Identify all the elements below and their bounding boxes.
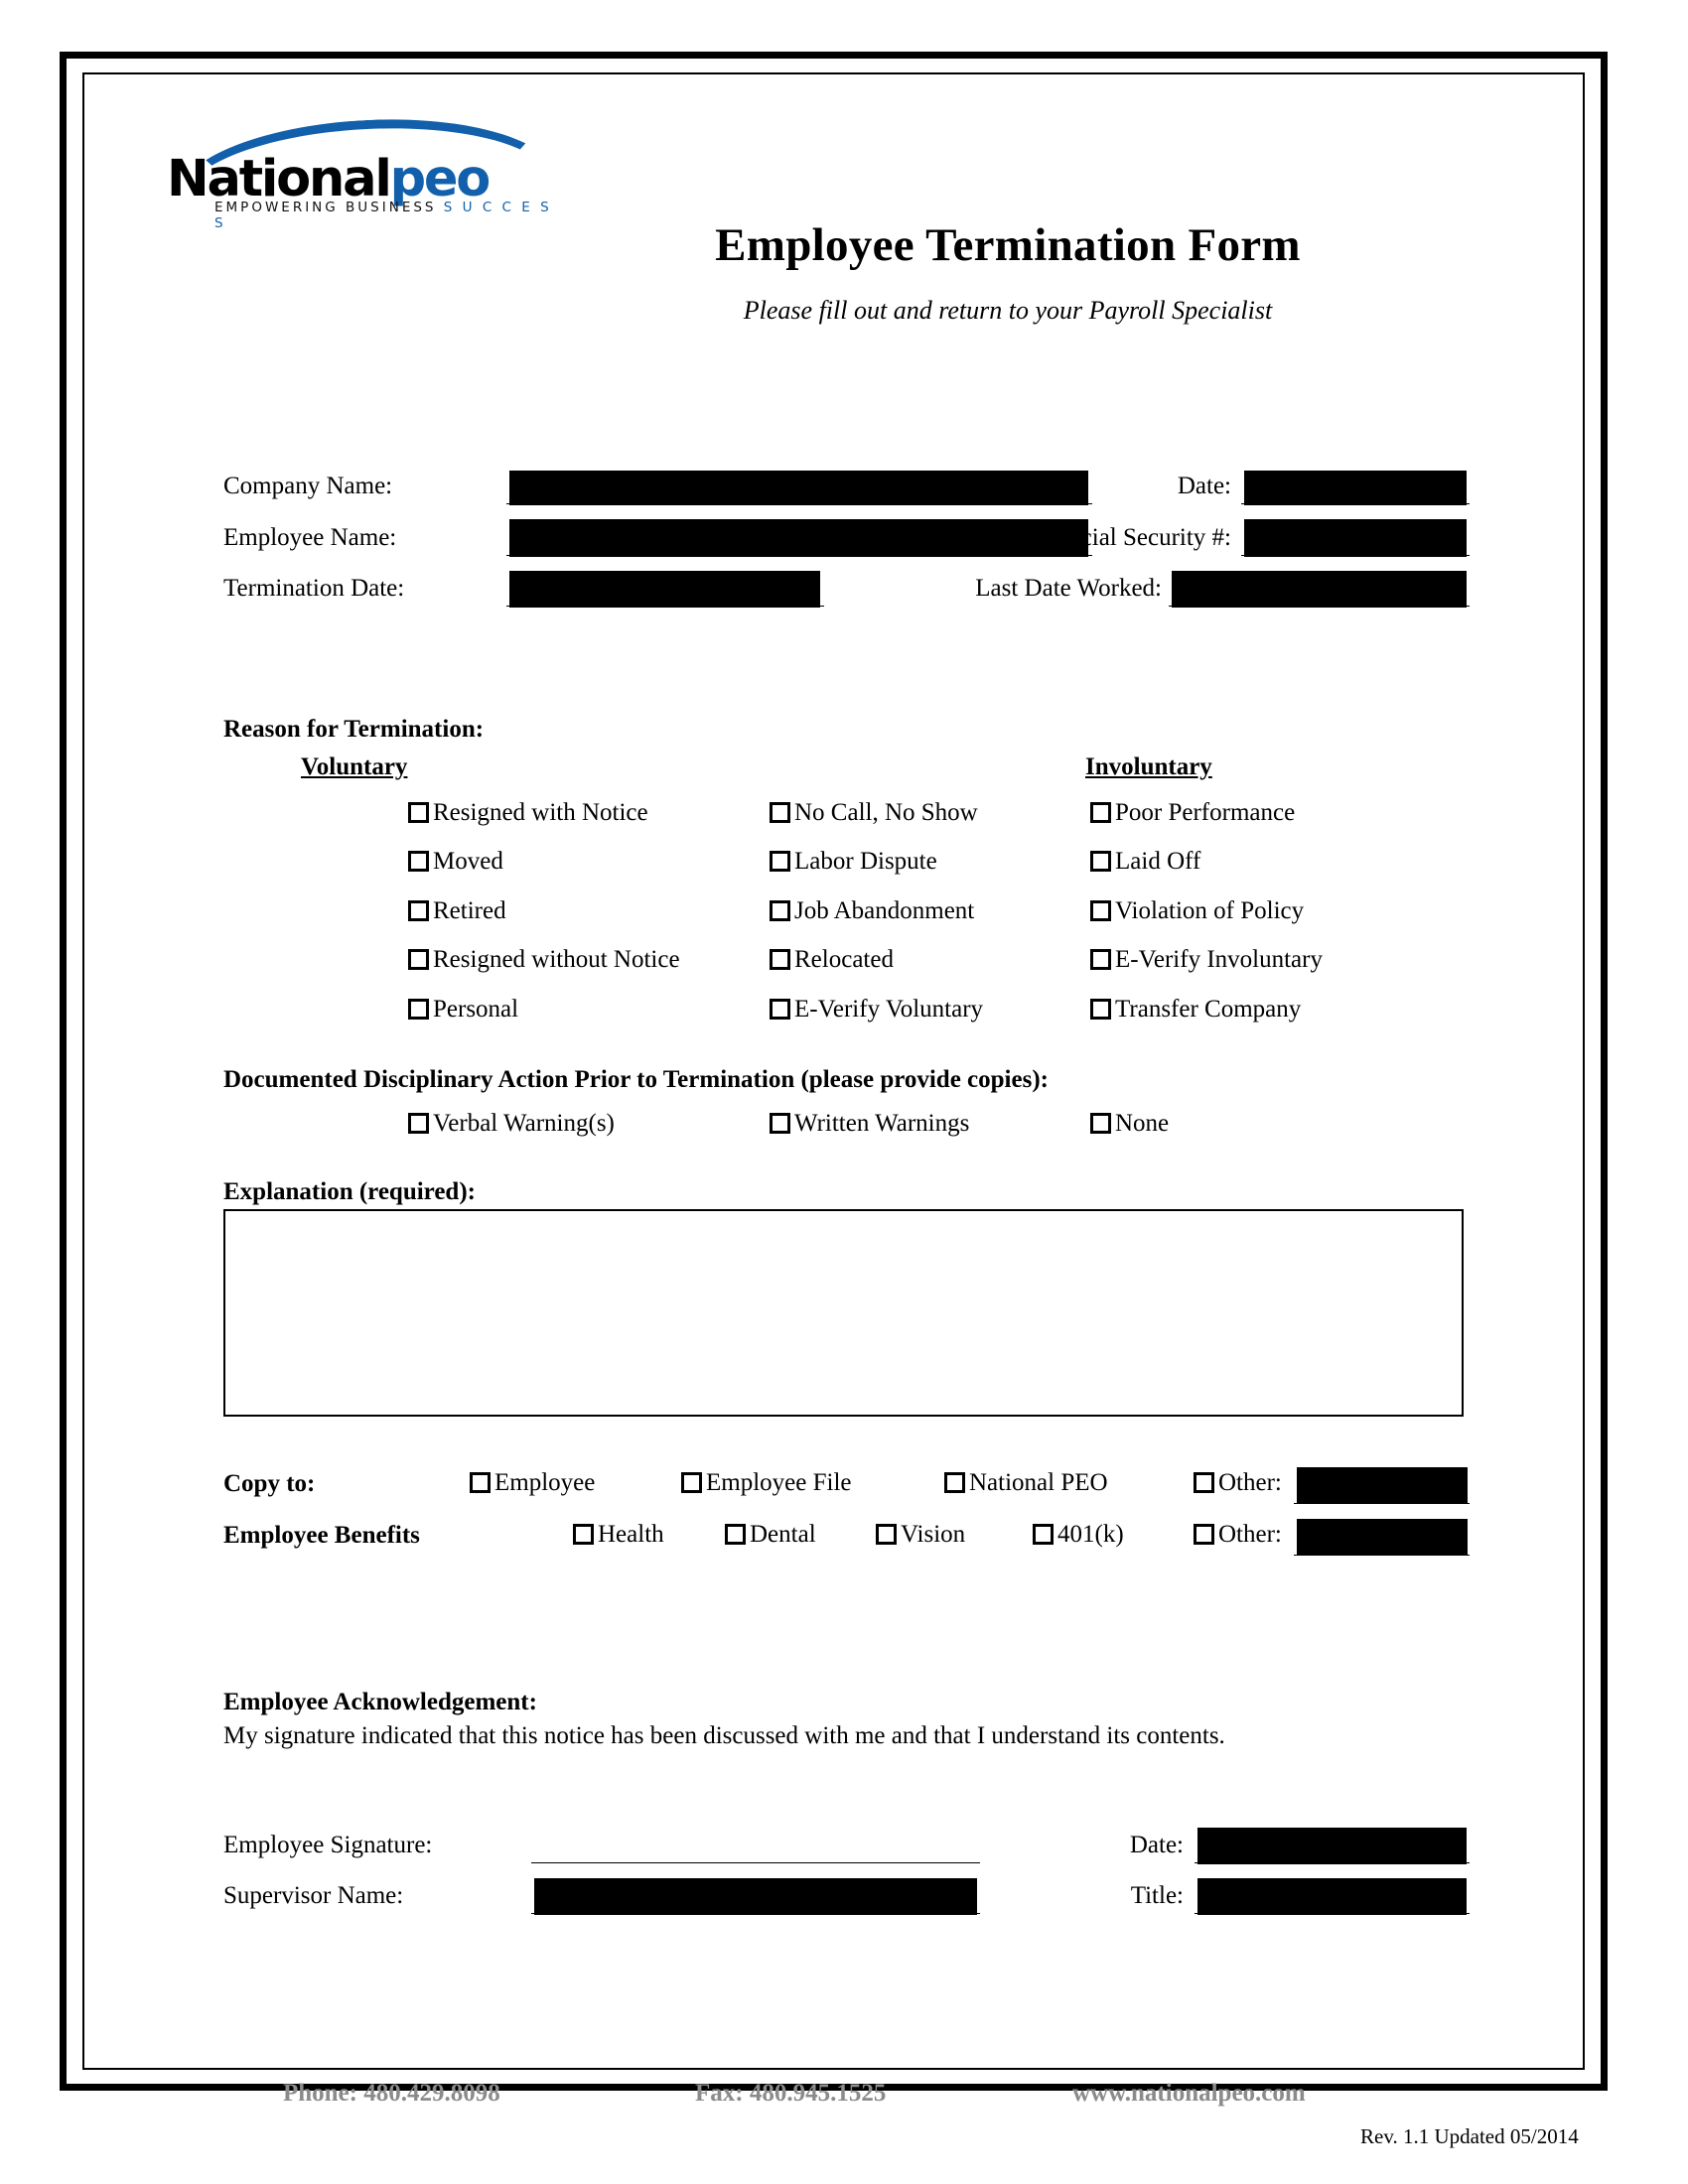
checkbox-benefit-dental[interactable] [725, 1524, 746, 1545]
checkbox-benefit-other[interactable] [1194, 1524, 1214, 1545]
footer-phone: Phone: 480.429.8098 [283, 2080, 500, 2107]
checkbox-job-abandonment[interactable] [770, 900, 790, 921]
label-benefit-dental: Dental [750, 1521, 816, 1548]
date-top-label: Date: [1177, 473, 1231, 499]
last-date-worked-input[interactable] [1172, 571, 1467, 608]
checkbox-no-call-no-show[interactable] [770, 802, 790, 823]
ssn-input[interactable] [1244, 519, 1467, 557]
date-top-input[interactable] [1244, 471, 1467, 505]
page-subtitle: Please fill out and return to your Payro… [743, 296, 1273, 325]
page-title: Employee Termination Form [715, 219, 1301, 271]
checkbox-written-warnings[interactable] [770, 1113, 790, 1134]
checkbox-retired[interactable] [408, 900, 429, 921]
label-benefit-other: Other: [1218, 1521, 1282, 1548]
checkbox-personal[interactable] [408, 999, 429, 1020]
label-poor-performance: Poor Performance [1115, 799, 1296, 826]
label-transfer-company: Transfer Company [1115, 996, 1302, 1023]
footer-fax: Fax: 480.945.1525 [695, 2080, 887, 2107]
label-benefit-401k: 401(k) [1057, 1521, 1124, 1548]
label-retired: Retired [433, 897, 506, 924]
scan-border-outer: Nationalpeo EMPOWERING BUSINESS S U C C … [60, 52, 1608, 2107]
supervisor-title-input[interactable] [1197, 1878, 1467, 1915]
checkbox-benefit-health[interactable] [573, 1524, 594, 1545]
label-moved: Moved [433, 848, 503, 875]
checkbox-benefit-401k[interactable] [1033, 1524, 1054, 1545]
checkbox-moved[interactable] [408, 851, 429, 872]
label-copy-other: Other: [1218, 1469, 1282, 1496]
signature-date-label: Date: [1129, 1832, 1184, 1858]
checkbox-laid-off[interactable] [1090, 851, 1111, 872]
label-resigned-without-notice: Resigned without Notice [433, 946, 680, 973]
termination-date-input[interactable] [509, 571, 820, 608]
termination-date-label: Termination Date: [223, 575, 405, 602]
logo-tagline: EMPOWERING BUSINESS S U C C E S S [214, 200, 552, 231]
employee-name-label: Employee Name: [223, 524, 397, 551]
involuntary-heading: Involuntary [1085, 753, 1212, 780]
revision-note: Rev. 1.1 Updated 05/2014 [1360, 2124, 1579, 2148]
label-copy-employee-file: Employee File [706, 1469, 852, 1496]
checkbox-labor-dispute[interactable] [770, 851, 790, 872]
label-resigned-with-notice: Resigned with Notice [433, 799, 648, 826]
label-labor-dispute: Labor Dispute [794, 848, 937, 875]
employee-name-input[interactable] [509, 519, 1088, 557]
explanation-textarea[interactable] [223, 1209, 1464, 1417]
checkbox-copy-employee-file[interactable] [681, 1472, 702, 1493]
checkbox-e-verify-involuntary[interactable] [1090, 949, 1111, 970]
checkbox-copy-other[interactable] [1194, 1472, 1214, 1493]
supervisor-title-label: Title: [1130, 1882, 1184, 1909]
footer-website[interactable]: www.nationalpeo.com [1072, 2080, 1306, 2108]
checkbox-none[interactable] [1090, 1113, 1111, 1134]
nationalpeo-logo: Nationalpeo EMPOWERING BUSINESS S U C C … [167, 116, 549, 231]
acknowledgement-heading: Employee Acknowledgement: [223, 1689, 537, 1715]
label-e-verify-voluntary: E-Verify Voluntary [794, 996, 984, 1023]
label-copy-national-peo: National PEO [969, 1469, 1108, 1496]
company-name-input[interactable] [509, 471, 1088, 505]
explanation-heading: Explanation (required): [223, 1178, 476, 1205]
acknowledgement-body: My signature indicated that this notice … [223, 1722, 1225, 1749]
label-relocated: Relocated [794, 946, 894, 973]
checkbox-resigned-without-notice[interactable] [408, 949, 429, 970]
checkbox-transfer-company[interactable] [1090, 999, 1111, 1020]
disciplinary-heading: Documented Disciplinary Action Prior to … [223, 1066, 1049, 1093]
checkbox-benefit-vision[interactable] [876, 1524, 897, 1545]
label-no-call-no-show: No Call, No Show [794, 799, 978, 826]
copy-to-label: Copy to: [223, 1470, 316, 1497]
label-benefit-vision: Vision [901, 1521, 966, 1548]
label-none: None [1115, 1110, 1170, 1137]
checkbox-e-verify-voluntary[interactable] [770, 999, 790, 1020]
label-copy-employee: Employee [494, 1469, 596, 1496]
label-personal: Personal [433, 996, 519, 1023]
label-benefit-health: Health [598, 1521, 664, 1548]
copy-other-input[interactable] [1297, 1467, 1468, 1504]
label-violation-of-policy: Violation of Policy [1115, 897, 1305, 924]
supervisor-name-label: Supervisor Name: [223, 1882, 404, 1909]
reason-heading: Reason for Termination: [223, 716, 485, 743]
benefit-other-input[interactable] [1297, 1519, 1468, 1556]
checkbox-copy-employee[interactable] [470, 1472, 491, 1493]
label-e-verify-involuntary: E-Verify Involuntary [1115, 946, 1323, 973]
supervisor-name-input[interactable] [534, 1878, 977, 1915]
checkbox-resigned-with-notice[interactable] [408, 802, 429, 823]
checkbox-verbal-warnings[interactable] [408, 1113, 429, 1134]
logo-tagline-primary: EMPOWERING BUSINESS [214, 200, 437, 215]
voluntary-heading: Voluntary [301, 753, 408, 780]
checkbox-violation-of-policy[interactable] [1090, 900, 1111, 921]
employee-signature-label: Employee Signature: [223, 1832, 433, 1858]
checkbox-poor-performance[interactable] [1090, 802, 1111, 823]
form-sheet: Nationalpeo EMPOWERING BUSINESS S U C C … [84, 74, 1583, 2107]
ssn-label: Social Security #: [1055, 524, 1231, 551]
employee-signature-rule[interactable] [531, 1862, 980, 1863]
checkbox-copy-national-peo[interactable] [944, 1472, 965, 1493]
last-date-worked-label: Last Date Worked: [975, 575, 1162, 602]
company-name-label: Company Name: [223, 473, 393, 499]
label-written-warnings: Written Warnings [794, 1110, 970, 1137]
label-verbal-warnings: Verbal Warning(s) [433, 1110, 615, 1137]
signature-date-input[interactable] [1197, 1828, 1467, 1864]
label-job-abandonment: Job Abandonment [794, 897, 975, 924]
label-laid-off: Laid Off [1115, 848, 1201, 875]
benefits-label: Employee Benefits [223, 1522, 420, 1549]
scan-border-inner: Nationalpeo EMPOWERING BUSINESS S U C C … [82, 72, 1585, 2107]
checkbox-relocated[interactable] [770, 949, 790, 970]
document-page: Nationalpeo EMPOWERING BUSINESS S U C C … [0, 0, 1688, 2184]
